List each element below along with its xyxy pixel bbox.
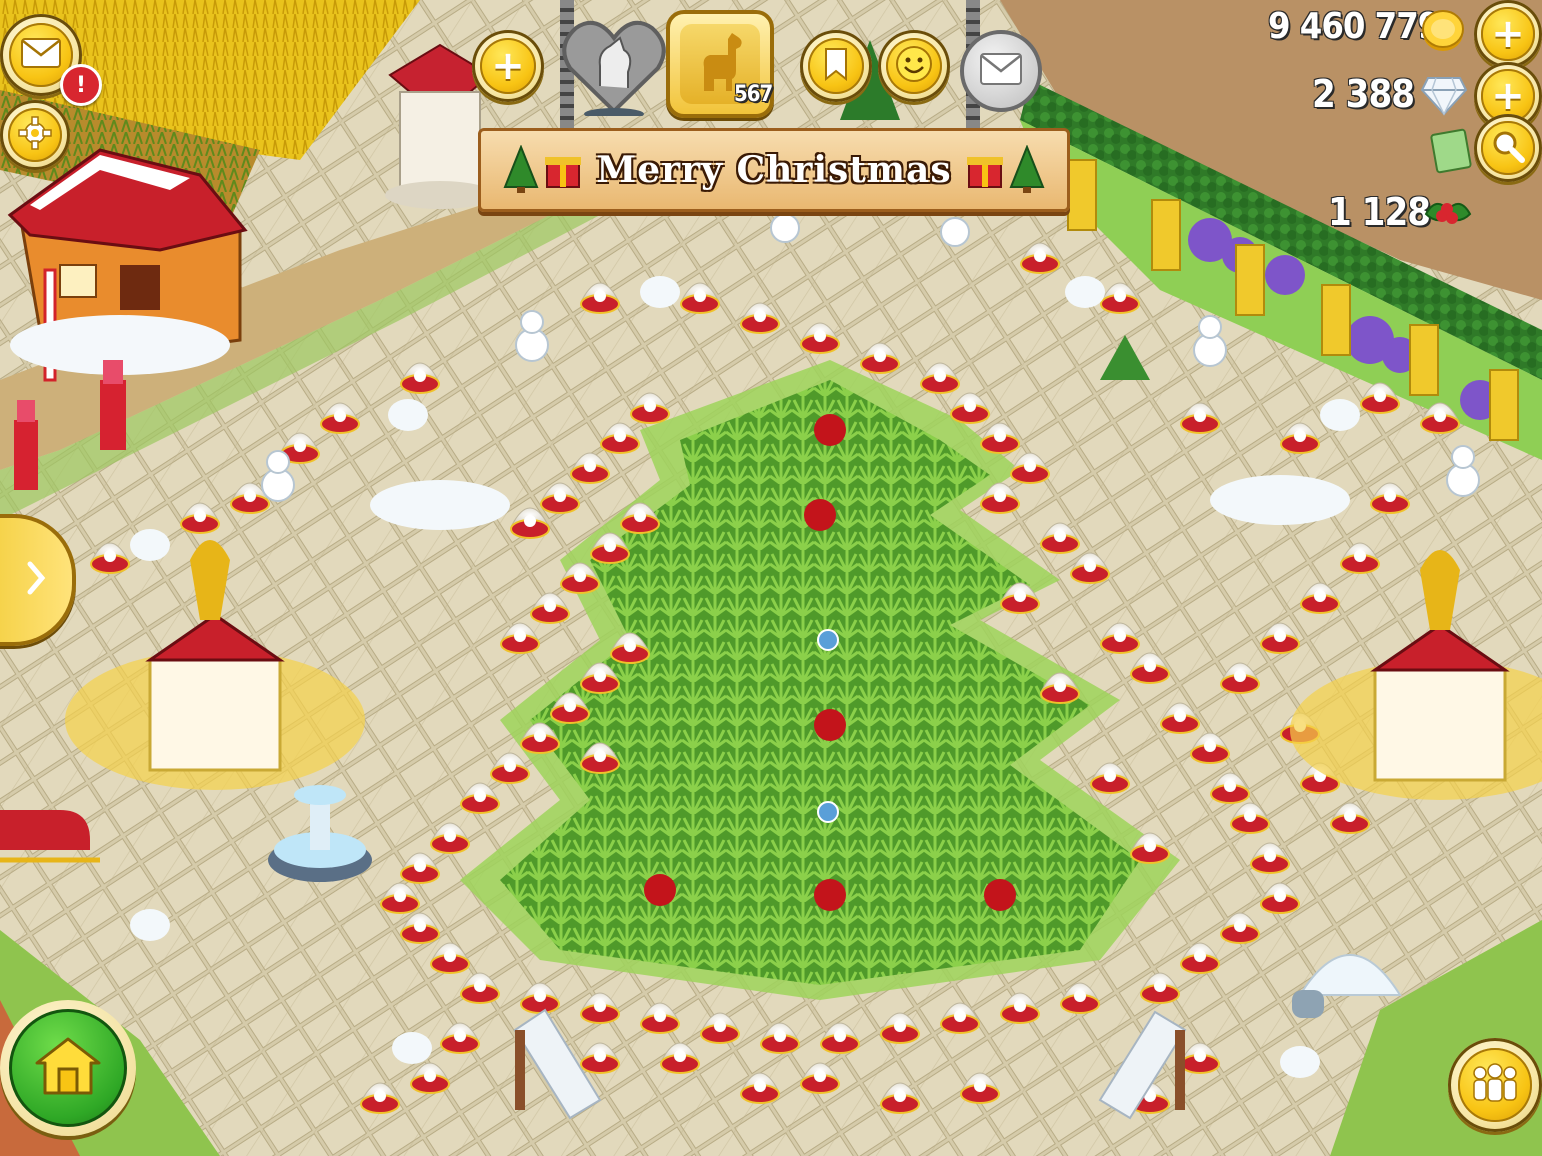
banner-title: Merry Christmas [596, 149, 952, 191]
bookmark-icon [822, 47, 850, 85]
diamond-counter: 2 388 [1312, 72, 1415, 116]
horse-heart-button[interactable] [562, 16, 666, 120]
people-icon [1470, 1063, 1520, 1107]
holly-counter: 1 128 [1328, 190, 1431, 234]
plus-icon: + [1491, 73, 1525, 119]
tree-icon [1007, 144, 1047, 199]
gift-icon [967, 149, 1003, 193]
diamond-icon [1420, 76, 1468, 120]
neighbors-button[interactable] [1448, 1038, 1542, 1132]
horse-heart-icon [562, 20, 666, 120]
settings-button[interactable] [0, 100, 70, 170]
level-number: 567 [734, 82, 773, 107]
holly-icon [1422, 192, 1474, 236]
house-icon [33, 1035, 103, 1101]
magnifier-icon [1491, 129, 1525, 167]
coin-icon [1420, 8, 1466, 58]
home-button[interactable] [0, 1000, 136, 1136]
plus-icon: + [1491, 11, 1525, 57]
bookmark-button[interactable] [800, 30, 872, 102]
notification-badge: ! [60, 64, 102, 106]
event-banner: Merry Christmas [478, 128, 1070, 212]
gift-icon [545, 149, 581, 193]
ticket-icon[interactable] [1428, 128, 1474, 178]
coin-counter: 9 460 779 [1268, 6, 1440, 47]
buy-coins-button[interactable]: + [1474, 0, 1542, 68]
friends-button[interactable] [878, 30, 950, 102]
chevron-right-icon [24, 560, 48, 600]
smiley-icon [895, 45, 933, 87]
add-button[interactable]: + [472, 30, 544, 102]
search-button[interactable] [1474, 114, 1542, 182]
envelope-icon [980, 53, 1022, 89]
envelope-icon [20, 37, 61, 72]
plus-icon: + [491, 43, 525, 89]
messages-button[interactable] [960, 30, 1042, 112]
tree-icon [501, 144, 541, 205]
gear-icon [18, 116, 52, 154]
